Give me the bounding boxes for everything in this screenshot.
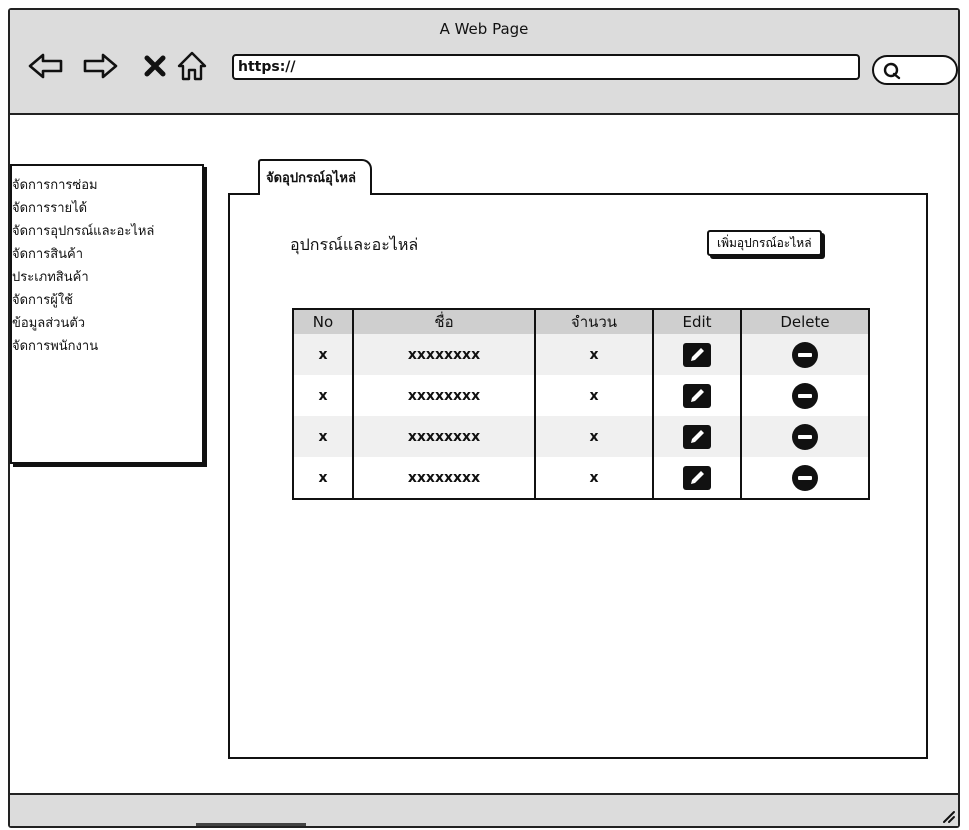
address-bar[interactable]: https:// — [232, 54, 860, 80]
cell-no: x — [318, 387, 328, 404]
sidebar-item-profile[interactable]: ข้อมูลส่วนตัว — [12, 312, 202, 335]
sidebar-item-products[interactable]: จัดการสินค้า — [12, 243, 202, 266]
cell-delete — [740, 457, 869, 499]
forward-arrow-icon[interactable] — [82, 52, 118, 80]
table-row: x xxxxxxxx x — [293, 375, 869, 416]
cell-edit — [652, 457, 741, 499]
column-header-quantity: จำนวน — [534, 309, 653, 334]
table-row: x xxxxxxxx x — [293, 416, 869, 457]
resize-grip-icon[interactable] — [938, 806, 956, 824]
status-divider — [196, 823, 306, 826]
column-header-edit: Edit — [652, 309, 741, 334]
cell-edit — [652, 334, 741, 375]
cell-name: xxxxxxxx — [352, 375, 535, 416]
cell-quantity: x — [534, 375, 653, 416]
table-row: x xxxxxxxx x — [293, 457, 869, 499]
parts-table: No ชื่อ จำนวน Edit Delete x xxxxxxxx x x… — [292, 308, 870, 500]
cell-delete — [740, 416, 869, 457]
content-panel: อุปกรณ์และอะไหล่ เพิ่มอุปกรณ์อะไหล่ No ช… — [228, 193, 928, 759]
column-header-delete: Delete — [740, 309, 869, 334]
sidebar-item-users[interactable]: จัดการผู้ใช้ — [12, 289, 202, 312]
cell-quantity: x — [534, 416, 653, 457]
cell-no: x — [293, 416, 353, 457]
add-part-button[interactable]: เพิ่มอุปกรณ์อะไหล่ — [707, 230, 822, 256]
cell-edit — [652, 416, 741, 457]
tab-parts-management[interactable]: จัดอุปกรณ์อุไหล่ — [258, 159, 372, 195]
sidebar-item-employees[interactable]: จัดการพนักงาน — [12, 335, 202, 358]
column-header-no: No — [293, 309, 353, 334]
minus-circle-icon[interactable] — [792, 341, 818, 368]
search-icon — [883, 62, 901, 80]
pencil-icon[interactable] — [683, 383, 711, 408]
column-header-name: ชื่อ — [352, 309, 535, 334]
cell-name: xxxxxxxx — [352, 457, 535, 499]
table-row: x xxxxxxxx x — [293, 334, 869, 375]
minus-circle-icon[interactable] — [792, 423, 818, 450]
sidebar-menu: จัดการการซ่อม จัดการรายได้ จัดการอุปกรณ์… — [10, 164, 204, 464]
pencil-icon[interactable] — [683, 424, 711, 449]
minus-circle-icon[interactable] — [792, 464, 818, 491]
cell-name: xxxxxxxx — [352, 334, 535, 375]
cell-quantity: x — [534, 334, 653, 375]
sidebar-item-parts[interactable]: จัดการอุปกรณ์และอะไหล่ — [12, 220, 202, 243]
cell-edit — [652, 375, 741, 416]
minus-circle-icon[interactable] — [792, 382, 818, 409]
sidebar-item-repair[interactable]: จัดการการซ่อม — [12, 174, 202, 197]
status-bar — [10, 793, 958, 826]
cell-delete — [740, 375, 869, 416]
pencil-icon[interactable] — [683, 465, 711, 490]
page-title: อุปกรณ์และอะไหล่ — [290, 235, 419, 254]
sidebar-item-product-types[interactable]: ประเภทสินค้า — [12, 266, 202, 289]
search-box[interactable] — [872, 55, 958, 85]
cell-quantity: x — [534, 457, 653, 499]
back-arrow-icon[interactable] — [28, 52, 64, 80]
cell-delete — [740, 334, 869, 375]
home-icon[interactable] — [176, 50, 208, 82]
browser-toolbar: A Web Page https:// — [10, 10, 958, 115]
browser-window: A Web Page https:// จัดการการซ่อม จัดการ… — [8, 8, 960, 828]
sidebar-item-income[interactable]: จัดการรายได้ — [12, 197, 202, 220]
window-title: A Web Page — [439, 20, 529, 38]
close-icon[interactable] — [143, 54, 167, 78]
cell-name: xxxxxxxx — [352, 416, 535, 457]
cell-no: x — [318, 469, 328, 486]
cell-no: x — [293, 334, 353, 375]
pencil-icon[interactable] — [683, 342, 711, 367]
table-header-row: No ชื่อ จำนวน Edit Delete — [293, 309, 869, 334]
